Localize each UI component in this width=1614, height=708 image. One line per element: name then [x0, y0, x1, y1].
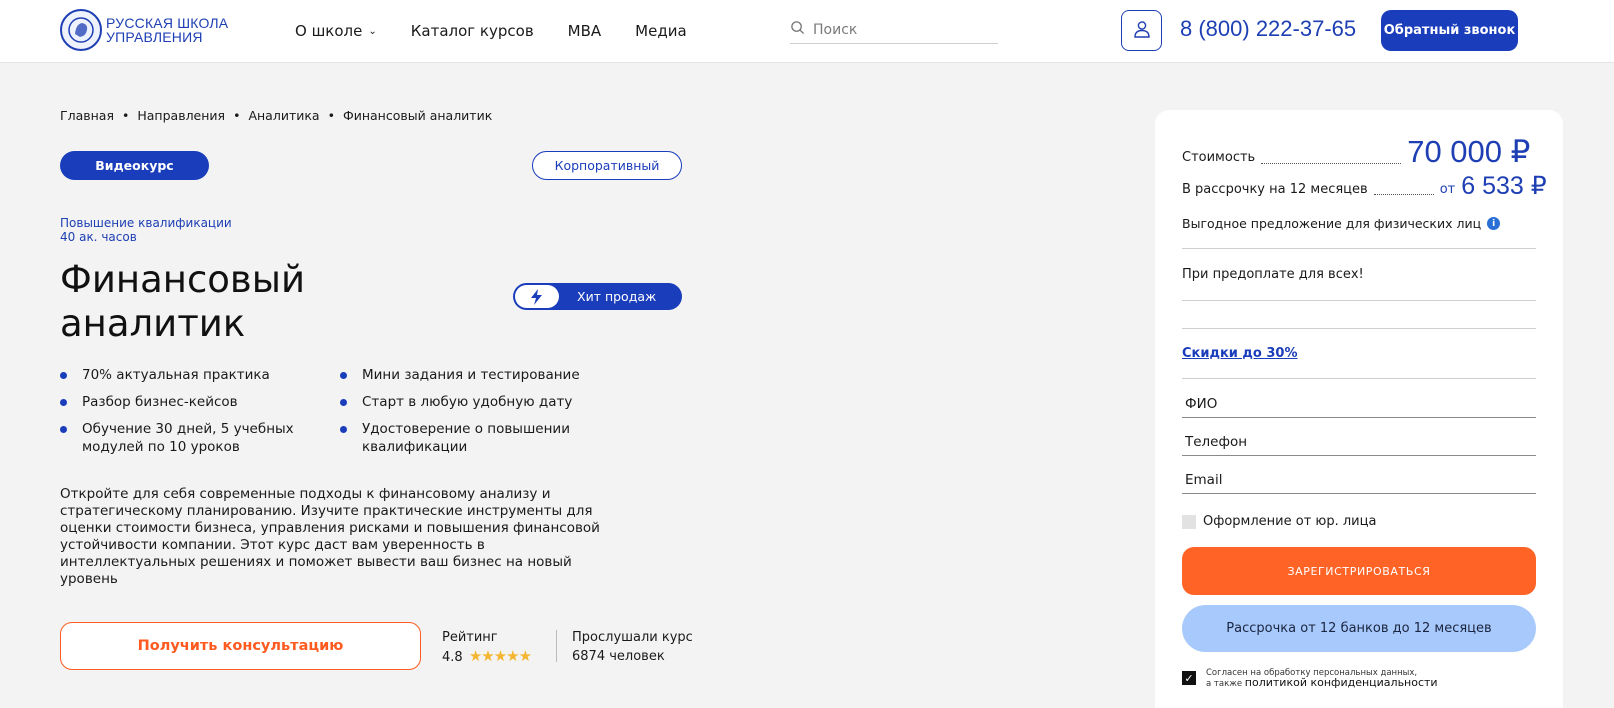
nav-item-about[interactable]: О школе ⌄: [295, 22, 377, 40]
legal-entity-checkbox[interactable]: [1182, 514, 1196, 529]
dotted-leader: [1261, 163, 1402, 164]
callback-button[interactable]: Обратный звонок: [1381, 10, 1518, 51]
lightning-icon: [515, 285, 559, 308]
title-line1: Финансовый: [60, 258, 305, 301]
page-title: Финансовый аналитик: [60, 258, 440, 346]
qualification-type: Повышение квалификации: [60, 216, 232, 230]
bestseller-badge: Хит продаж: [513, 283, 682, 310]
listened-block: Прослушали курс 6874 человек: [572, 628, 693, 666]
name-field[interactable]: [1182, 390, 1536, 418]
privacy-policy-link[interactable]: политикой конфиденциальности: [1245, 676, 1438, 689]
divider: [1182, 248, 1536, 249]
legal-entity-row: Оформление от юр. лица: [1182, 514, 1376, 529]
user-icon: [1132, 19, 1152, 43]
breadcrumb-separator: •: [327, 108, 335, 123]
consent-line2: а также: [1206, 679, 1243, 689]
installment-from: от: [1439, 182, 1456, 197]
course-description: Откройте для себя современные подходы к …: [60, 486, 600, 587]
breadcrumb-directions[interactable]: Направления: [137, 108, 225, 123]
title-line2: аналитик: [60, 302, 246, 345]
consent-row: ✓ Согласен на обработку персональных дан…: [1182, 668, 1438, 689]
phone-field[interactable]: [1182, 428, 1536, 456]
qualification-info: Повышение квалификации 40 ак. часов: [60, 216, 232, 244]
breadcrumb-separator: •: [233, 108, 241, 123]
info-icon[interactable]: i: [1487, 217, 1501, 230]
prepay-text: При предоплате для всех!: [1182, 267, 1364, 282]
feature-item: Старт в любую удобную дату: [340, 393, 600, 411]
features-list-left: 70% актуальная практика Разбор бизнес-ке…: [60, 366, 320, 465]
installment-value: 6 533 ₽: [1461, 172, 1547, 200]
main-nav: О школе ⌄ Каталог курсов MBA Медиа: [295, 22, 721, 40]
pricing-card: Стоимость 70 000 ₽ В рассрочку на 12 мес…: [1155, 110, 1563, 708]
consent-checkbox[interactable]: ✓: [1182, 671, 1196, 685]
rating-stars-icon: ★★★★★: [468, 647, 532, 665]
divider: [1182, 378, 1536, 379]
qualification-hours: 40 ак. часов: [60, 230, 137, 244]
discount-link[interactable]: Скидки до 30%: [1182, 346, 1298, 361]
dotted-leader: [1373, 194, 1434, 195]
register-button[interactable]: ЗАРЕГИСТРИРОВАТЬСЯ: [1182, 547, 1536, 595]
nav-item-mba[interactable]: MBA: [568, 22, 602, 40]
search-bar: [790, 16, 998, 44]
installment-button[interactable]: Рассрочка от 12 банков до 12 месяцев: [1182, 605, 1536, 652]
breadcrumb: Главная • Направления • Аналитика • Фина…: [60, 108, 492, 123]
corporate-tag[interactable]: Корпоративный: [532, 151, 682, 180]
logo-text: РУССКАЯ ШКОЛА УПРАВЛЕНИЯ: [106, 16, 228, 44]
get-consultation-button[interactable]: Получить консультацию: [60, 622, 421, 670]
lion-emblem-icon: [60, 9, 102, 51]
listened-value: 6874 человек: [572, 649, 665, 664]
divider: [1182, 328, 1536, 329]
installment-row: В рассрочку на 12 месяцев от 6 533 ₽: [1182, 173, 1547, 199]
divider: [1182, 300, 1536, 301]
email-field[interactable]: [1182, 466, 1536, 494]
nav-item-media[interactable]: Медиа: [635, 22, 686, 40]
installment-label: В рассрочку на 12 месяцев: [1182, 182, 1368, 197]
logo[interactable]: РУССКАЯ ШКОЛА УПРАВЛЕНИЯ: [60, 9, 228, 51]
feature-item: 70% актуальная практика: [60, 366, 320, 384]
phone-number[interactable]: 8 (800) 222-37-65: [1180, 16, 1356, 42]
chevron-down-icon: ⌄: [368, 25, 377, 37]
site-header: РУССКАЯ ШКОЛА УПРАВЛЕНИЯ О школе ⌄ Катал…: [0, 0, 1614, 63]
offer-text: Выгодное предложение для физических лиц: [1182, 216, 1482, 231]
rating-label: Рейтинг: [442, 630, 498, 645]
nav-item-catalog[interactable]: Каталог курсов: [411, 22, 534, 40]
rating-block: Рейтинг 4.8 ★★★★★: [442, 628, 532, 667]
cost-label: Стоимость: [1182, 150, 1256, 165]
feature-item: Мини задания и тестирование: [340, 366, 600, 384]
features-list-right: Мини задания и тестирование Старт в любу…: [340, 366, 600, 465]
breadcrumb-current: Финансовый аналитик: [342, 108, 493, 123]
breadcrumb-analytics[interactable]: Аналитика: [248, 108, 319, 123]
breadcrumb-home[interactable]: Главная: [60, 108, 114, 123]
user-account-button[interactable]: [1121, 10, 1162, 51]
offer-note: Выгодное предложение для физических лиц …: [1182, 216, 1501, 231]
legal-entity-label: Оформление от юр. лица: [1203, 514, 1377, 529]
breadcrumb-separator: •: [122, 108, 130, 123]
nav-label: MBA: [567, 22, 602, 40]
video-course-tag[interactable]: Видеокурс: [60, 151, 209, 180]
badge-label: Хит продаж: [577, 289, 657, 304]
nav-label: О школе: [295, 22, 363, 40]
listened-label: Прослушали курс: [572, 630, 693, 645]
logo-line1: РУССКАЯ ШКОЛА: [106, 15, 229, 31]
nav-label: Каталог курсов: [410, 22, 534, 40]
rating-value: 4.8: [442, 650, 463, 665]
feature-item: Разбор бизнес-кейсов: [60, 393, 320, 411]
consent-text: Согласен на обработку персональных данны…: [1206, 668, 1438, 689]
search-icon: [790, 20, 805, 39]
feature-item: Удостоверение о повышении квалификации: [340, 420, 600, 456]
search-input[interactable]: [813, 21, 993, 38]
feature-item: Обучение 30 дней, 5 учебных модулей по 1…: [60, 420, 320, 456]
price-row: Стоимость 70 000 ₽: [1182, 136, 1530, 168]
nav-label: Медиа: [635, 22, 687, 40]
cost-value: 70 000 ₽: [1407, 134, 1531, 169]
divider: [556, 630, 557, 662]
logo-line2: УПРАВЛЕНИЯ: [106, 29, 203, 45]
